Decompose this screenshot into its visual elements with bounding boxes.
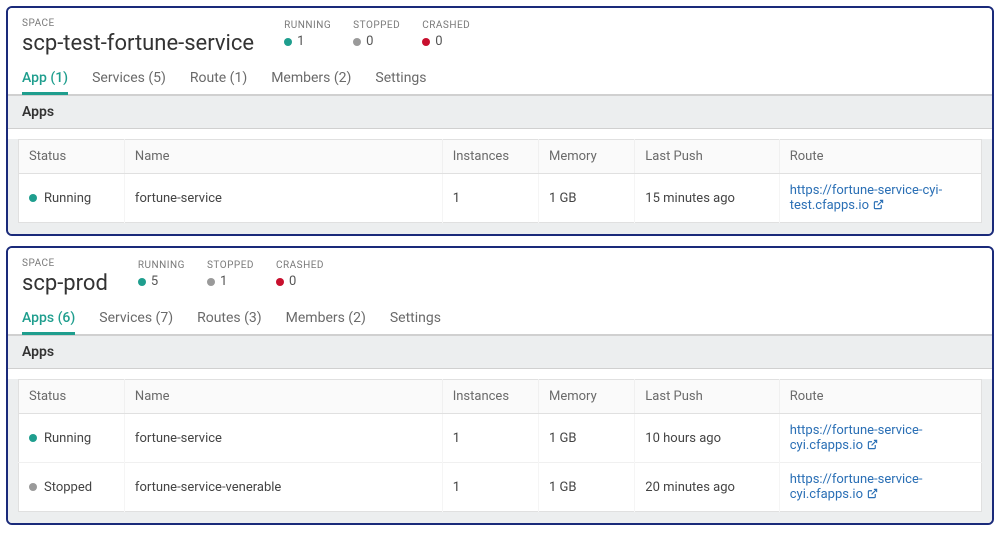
tab[interactable]: Settings (375, 70, 426, 94)
app-memory: 1 GB (539, 174, 635, 223)
space-label: SPACE (22, 258, 108, 269)
col-route[interactable]: Route (779, 380, 981, 414)
stat-running: RUNNING 5 (138, 260, 185, 289)
col-route[interactable]: Route (779, 140, 981, 174)
status-dot-icon (29, 434, 37, 442)
external-link-icon (867, 439, 878, 450)
stat-value: 0 (289, 274, 296, 289)
col-lastpush[interactable]: Last Push (635, 140, 779, 174)
space-label: SPACE (22, 18, 254, 29)
route-link[interactable]: https://fortune-service-cyi.cfapps.io (790, 472, 923, 502)
status-dot-icon (29, 194, 37, 202)
col-instances[interactable]: Instances (442, 380, 538, 414)
app-memory: 1 GB (539, 463, 635, 512)
space-card: SPACE scp-test-fortune-service RUNNING 1… (6, 6, 994, 236)
tab[interactable]: Route (1) (190, 70, 247, 94)
apps-section-title: Apps (8, 335, 992, 369)
space-header: SPACE scp-prod RUNNING 5 STOPPED 1 CRASH… (8, 248, 992, 296)
app-instances: 1 (442, 174, 538, 223)
space-stats: RUNNING 5 STOPPED 1 CRASHED 0 (138, 260, 324, 289)
table-row: Stopped fortune-service-venerable 1 1 GB… (19, 463, 982, 512)
stopped-dot-icon (353, 38, 361, 46)
stat-label: STOPPED (353, 20, 400, 31)
external-link-icon (873, 199, 884, 210)
stat-value: 0 (435, 34, 442, 49)
status-dot-icon (29, 483, 37, 491)
route-link[interactable]: https://fortune-service-cyi.cfapps.io (790, 423, 923, 453)
status-text: Stopped (44, 480, 92, 495)
running-dot-icon (138, 278, 146, 286)
apps-table: Status Name Instances Memory Last Push R… (18, 379, 982, 512)
col-status[interactable]: Status (19, 140, 125, 174)
space-name: scp-prod (22, 271, 108, 296)
status-text: Running (44, 431, 91, 446)
col-name[interactable]: Name (124, 380, 442, 414)
stopped-dot-icon (207, 278, 215, 286)
tabs: Apps (6) Services (7) Routes (3) Members (2… (8, 296, 992, 335)
col-name[interactable]: Name (124, 140, 442, 174)
table-wrap: Status Name Instances Memory Last Push R… (8, 139, 992, 234)
app-instances: 1 (442, 463, 538, 512)
tab[interactable]: Members (2) (271, 70, 351, 94)
tab[interactable]: Apps (6) (22, 310, 75, 334)
tab[interactable]: App (1) (22, 70, 68, 94)
space-name: scp-test-fortune-service (22, 31, 254, 56)
stat-value: 1 (220, 274, 227, 289)
stat-label: RUNNING (284, 20, 331, 31)
external-link-icon (867, 488, 878, 499)
app-last-push: 20 minutes ago (635, 463, 779, 512)
col-instances[interactable]: Instances (442, 140, 538, 174)
stat-label: RUNNING (138, 260, 185, 271)
col-memory[interactable]: Memory (539, 380, 635, 414)
tab[interactable]: Services (5) (92, 70, 166, 94)
app-name[interactable]: fortune-service-venerable (124, 463, 442, 512)
table-row: Running fortune-service 1 1 GB 10 hours … (19, 414, 982, 463)
app-last-push: 15 minutes ago (635, 174, 779, 223)
tab[interactable]: Settings (390, 310, 441, 334)
status-cell: Stopped (29, 480, 114, 495)
space-header: SPACE scp-test-fortune-service RUNNING 1… (8, 8, 992, 56)
tab[interactable]: Services (7) (99, 310, 173, 334)
status-cell: Running (29, 431, 114, 446)
space-title-block: SPACE scp-test-fortune-service (22, 18, 254, 56)
app-last-push: 10 hours ago (635, 414, 779, 463)
space-card: SPACE scp-prod RUNNING 5 STOPPED 1 CRASH… (6, 246, 994, 525)
route-link[interactable]: https://fortune-service-cyi-test.cfapps.… (790, 183, 942, 213)
stat-crashed: CRASHED 0 (276, 260, 324, 289)
stat-crashed: CRASHED 0 (422, 20, 470, 49)
col-memory[interactable]: Memory (539, 140, 635, 174)
col-status[interactable]: Status (19, 380, 125, 414)
tab[interactable]: Routes (3) (197, 310, 262, 334)
app-name[interactable]: fortune-service (124, 414, 442, 463)
app-name[interactable]: fortune-service (124, 174, 442, 223)
app-instances: 1 (442, 414, 538, 463)
status-cell: Running (29, 191, 114, 206)
stat-running: RUNNING 1 (284, 20, 331, 49)
table-row: Running fortune-service 1 1 GB 15 minute… (19, 174, 982, 223)
col-lastpush[interactable]: Last Push (635, 380, 779, 414)
table-wrap: Status Name Instances Memory Last Push R… (8, 379, 992, 523)
apps-table: Status Name Instances Memory Last Push R… (18, 139, 982, 223)
stat-stopped: STOPPED 1 (207, 260, 254, 289)
stat-label: CRASHED (422, 20, 470, 31)
space-title-block: SPACE scp-prod (22, 258, 108, 296)
apps-section-title: Apps (8, 95, 992, 129)
crashed-dot-icon (422, 38, 430, 46)
stat-label: STOPPED (207, 260, 254, 271)
app-memory: 1 GB (539, 414, 635, 463)
stat-stopped: STOPPED 0 (353, 20, 400, 49)
tab[interactable]: Members (2) (286, 310, 366, 334)
crashed-dot-icon (276, 278, 284, 286)
stat-label: CRASHED (276, 260, 324, 271)
space-stats: RUNNING 1 STOPPED 0 CRASHED 0 (284, 20, 470, 49)
status-text: Running (44, 191, 91, 206)
running-dot-icon (284, 38, 292, 46)
tabs: App (1) Services (5) Route (1) Members (2) S… (8, 56, 992, 95)
stat-value: 1 (297, 34, 304, 49)
stat-value: 0 (366, 34, 373, 49)
stat-value: 5 (151, 274, 158, 289)
